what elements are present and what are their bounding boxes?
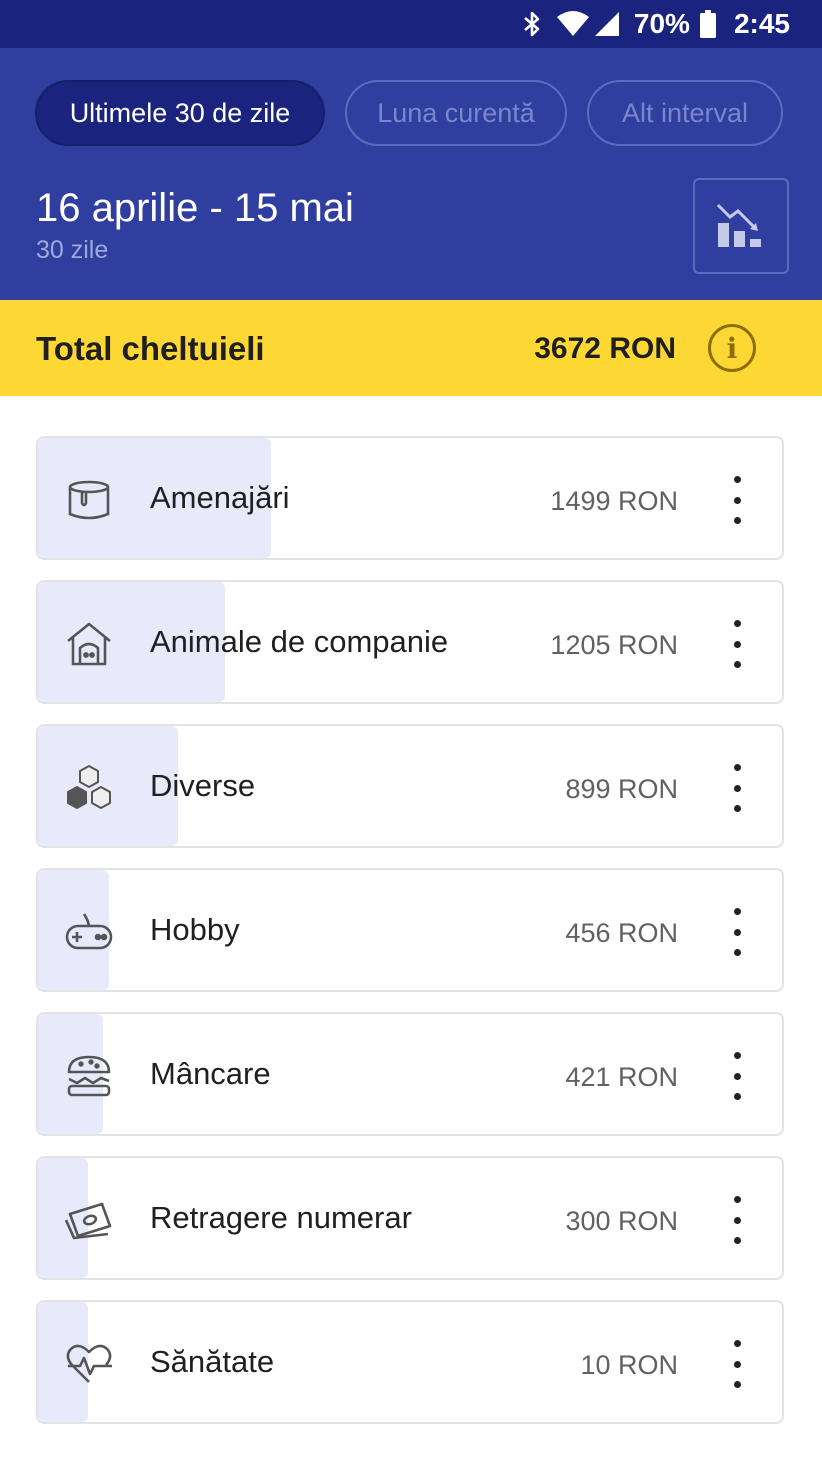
filter-label: Luna curentă: [377, 97, 535, 128]
filter-label: Alt interval: [621, 97, 749, 128]
status-bar: 70% 2:45: [0, 0, 822, 48]
category-amount: 10 RON: [580, 1350, 678, 1380]
chart-view-button[interactable]: [693, 178, 789, 274]
more-options-icon[interactable]: [722, 476, 752, 524]
info-icon: i: [726, 331, 738, 365]
category-amount: 456 RON: [565, 918, 678, 948]
category-amount: 899 RON: [565, 774, 678, 804]
pet-house-icon: [64, 619, 114, 669]
total-value: 3672 RON: [534, 332, 676, 365]
more-options-icon[interactable]: [722, 764, 752, 812]
category-name: Retragere numerar: [150, 1200, 412, 1235]
category-row[interactable]: Mâncare 421 RON: [36, 1012, 784, 1136]
category-row[interactable]: Retragere numerar 300 RON: [36, 1156, 784, 1280]
category-amount: 1499 RON: [550, 486, 678, 516]
category-name: Animale de companie: [150, 624, 449, 659]
cubes-icon: [64, 763, 114, 813]
more-options-icon[interactable]: [722, 1052, 752, 1100]
category-row[interactable]: Amenajări 1499 RON: [36, 436, 784, 560]
category-amount: 1205 RON: [550, 630, 678, 660]
more-options-icon[interactable]: [722, 1196, 752, 1244]
category-name: Mâncare: [150, 1056, 271, 1091]
period-header: Ultimele 30 de zile Luna curentă Alt int…: [0, 48, 822, 300]
battery-icon: [699, 10, 716, 38]
category-row[interactable]: Animale de companie 1205 RON: [36, 580, 784, 704]
category-name: Hobby: [150, 912, 240, 947]
category-name: Amenajări: [150, 480, 290, 515]
day-count: 30 zile: [36, 236, 109, 264]
filter-current-month[interactable]: Luna curentă: [345, 80, 567, 146]
filter-last-30-days[interactable]: Ultimele 30 de zile: [35, 80, 325, 146]
burger-icon: [64, 1051, 114, 1101]
category-name: Sănătate: [150, 1344, 275, 1379]
wifi-icon: [556, 11, 590, 37]
category-row[interactable]: Diverse 899 RON: [36, 724, 784, 848]
total-label: Total cheltuieli: [36, 330, 265, 367]
clock: 2:45: [733, 8, 790, 39]
chart-trend-icon: [716, 203, 761, 247]
filter-custom-interval[interactable]: Alt interval: [587, 80, 783, 146]
bluetooth-icon: [522, 10, 542, 38]
info-button[interactable]: i: [708, 324, 756, 372]
cash-icon: [64, 1195, 114, 1245]
category-amount: 300 RON: [565, 1206, 678, 1236]
heart-pulse-icon: [64, 1339, 114, 1389]
more-options-icon[interactable]: [722, 1340, 752, 1388]
category-row[interactable]: Hobby 456 RON: [36, 868, 784, 992]
gamepad-icon: [64, 907, 114, 957]
category-row[interactable]: Sănătate 10 RON: [36, 1300, 784, 1424]
filter-label: Ultimele 30 de zile: [69, 97, 291, 128]
battery-percent: 70%: [633, 8, 690, 39]
category-list: Amenajări 1499 RON Animale de companie 1…: [36, 436, 784, 1444]
category-amount: 421 RON: [565, 1062, 678, 1092]
more-options-icon[interactable]: [722, 620, 752, 668]
date-range: 16 aprilie - 15 mai: [36, 186, 354, 230]
category-name: Diverse: [150, 768, 256, 803]
signal-icon: [594, 11, 620, 37]
more-options-icon[interactable]: [722, 908, 752, 956]
paint-bucket-icon: [64, 475, 114, 525]
total-expenses-bar: Total cheltuieli 3672 RON i: [0, 300, 822, 396]
